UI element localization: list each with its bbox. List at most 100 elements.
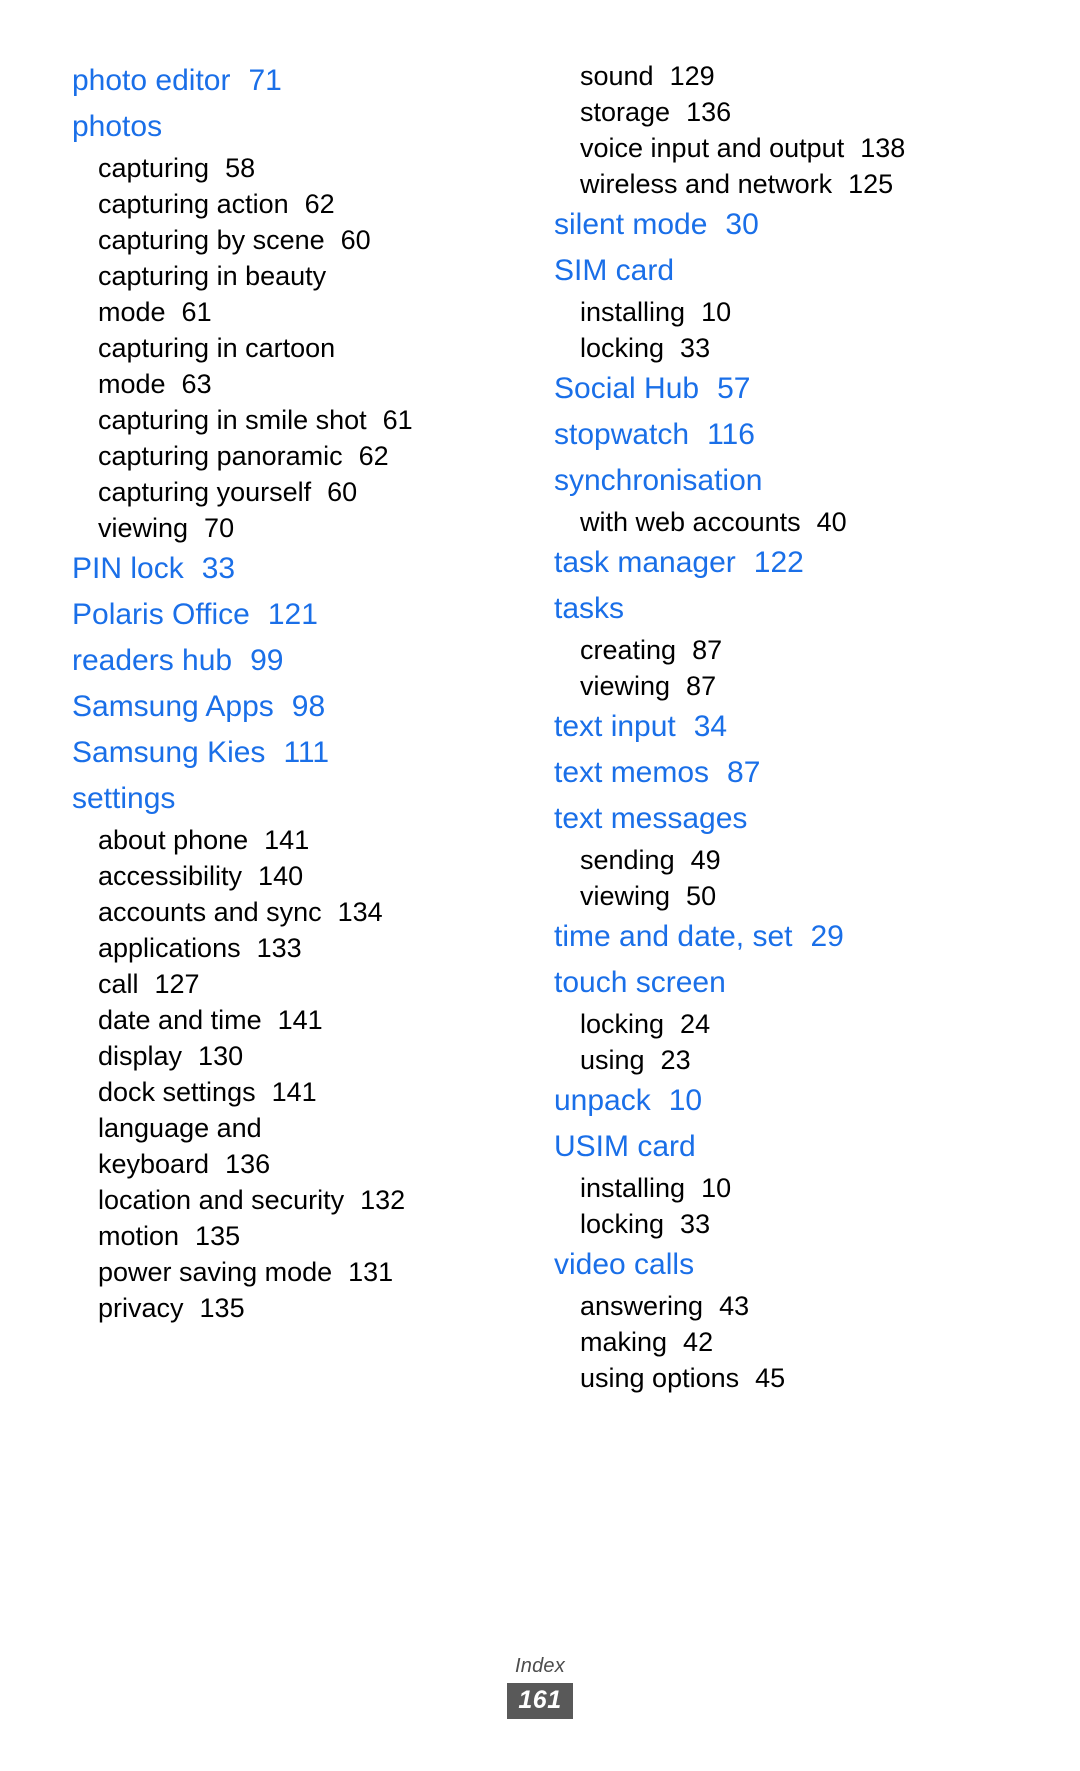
index-main-entry: unpack 10 <box>554 1078 1008 1124</box>
index-entry-label: SIM card <box>554 254 675 287</box>
index-entry-label: accounts and sync <box>98 897 322 927</box>
index-entry-label: date and time <box>98 1005 262 1035</box>
index-main-entry: Samsung Kies 111 <box>72 730 526 776</box>
index-sub-entry: capturing yourself 60 <box>72 474 526 510</box>
index-main-entry: photo editor 71 <box>72 58 526 104</box>
index-entry-label: text messages <box>554 802 748 835</box>
index-entry-label: viewing <box>98 513 189 543</box>
index-main-entry: USIM card <box>554 1124 1008 1170</box>
index-entry-page-number: 87 <box>727 756 761 789</box>
index-entry-page-number: 61 <box>382 405 413 435</box>
index-entry-label: viewing <box>580 671 671 701</box>
index-entry-label: Samsung Kies <box>72 736 266 769</box>
index-sub-entry: mode 61 <box>72 294 526 330</box>
index-entry-page-number: 43 <box>719 1291 750 1321</box>
index-sub-entry: locking 33 <box>554 330 1008 366</box>
index-entry-label: text input <box>554 710 676 743</box>
index-entry-page-number: 42 <box>683 1327 714 1357</box>
index-sub-entry: language and <box>72 1110 526 1146</box>
index-entry-label: capturing action <box>98 189 289 219</box>
index-entry-page-number: 132 <box>360 1185 406 1215</box>
index-entry-page-number: 24 <box>680 1009 711 1039</box>
index-main-entry: tasks <box>554 586 1008 632</box>
index-sub-entry: storage 136 <box>554 94 1008 130</box>
index-entry-page-number: 45 <box>755 1363 786 1393</box>
index-main-entry: PIN lock 33 <box>72 546 526 592</box>
index-entry-label: touch screen <box>554 966 726 999</box>
index-entry-page-number: 50 <box>686 881 717 911</box>
page-footer: Index 161 <box>0 1655 1080 1719</box>
index-entry-label: text memos <box>554 756 710 789</box>
index-entry-page-number: 58 <box>225 153 256 183</box>
index-entry-page-number: 30 <box>725 208 759 241</box>
index-main-entry: Social Hub 57 <box>554 366 1008 412</box>
index-entry-label: synchronisation <box>554 464 763 497</box>
index-entry-page-number: 99 <box>250 644 284 677</box>
index-entry-page-number: 29 <box>810 920 844 953</box>
index-main-entry: video calls <box>554 1242 1008 1288</box>
index-entry-page-number: 129 <box>669 61 715 91</box>
index-main-entry: text messages <box>554 796 1008 842</box>
index-entry-label: task manager <box>554 546 736 579</box>
index-sub-entry: mode 63 <box>72 366 526 402</box>
index-entry-label: call <box>98 969 139 999</box>
index-entry-label: settings <box>72 782 176 815</box>
index-entry-label: making <box>580 1327 668 1357</box>
index-sub-entry: power saving mode 131 <box>72 1254 526 1290</box>
page-number-badge: 161 <box>507 1683 573 1719</box>
index-entry-label: mode <box>98 369 166 399</box>
index-sub-entry: location and security 132 <box>72 1182 526 1218</box>
index-entry-page-number: 87 <box>686 671 717 701</box>
index-entry-label: stopwatch <box>554 418 690 451</box>
index-entry-page-number: 23 <box>660 1045 691 1075</box>
index-sub-entry: using 23 <box>554 1042 1008 1078</box>
index-entry-page-number: 70 <box>204 513 235 543</box>
index-main-entry: task manager 122 <box>554 540 1008 586</box>
index-sub-entry: sound 129 <box>554 58 1008 94</box>
index-entry-label: photos <box>72 110 163 143</box>
index-sub-entry: capturing in smile shot 61 <box>72 402 526 438</box>
index-entry-label: wireless and network <box>580 169 833 199</box>
index-entry-page-number: 10 <box>701 1173 732 1203</box>
index-sub-entry: accounts and sync 134 <box>72 894 526 930</box>
index-entry-label: readers hub <box>72 644 233 677</box>
index-entry-label: sound <box>580 61 654 91</box>
index-sub-entry: locking 33 <box>554 1206 1008 1242</box>
right-column: sound 129 storage 136 voice input and output… <box>554 58 1008 1396</box>
index-entry-label: capturing yourself <box>98 477 312 507</box>
index-entry-label: Samsung Apps <box>72 690 274 723</box>
index-entry-label: display <box>98 1041 183 1071</box>
index-entry-page-number: 10 <box>668 1084 703 1117</box>
index-entry-label: capturing in beauty <box>98 261 327 291</box>
index-entry-label: PIN lock <box>72 552 184 585</box>
index-entry-page-number: 60 <box>327 477 358 507</box>
index-entry-page-number: 141 <box>264 825 310 855</box>
index-entry-page-number: 130 <box>198 1041 244 1071</box>
index-sub-entry: motion 135 <box>72 1218 526 1254</box>
index-entry-label: capturing in cartoon <box>98 333 336 363</box>
index-entry-page-number: 60 <box>340 225 371 255</box>
index-entry-label: answering <box>580 1291 704 1321</box>
index-entry-page-number: 62 <box>358 441 389 471</box>
index-entry-label: installing <box>580 1173 686 1203</box>
index-entry-label: Social Hub <box>554 372 700 405</box>
index-entry-page-number: 87 <box>692 635 723 665</box>
index-sub-entry: answering 43 <box>554 1288 1008 1324</box>
index-entry-label: time and date, set <box>554 920 793 953</box>
index-entry-page-number: 135 <box>195 1221 241 1251</box>
index-main-entry: silent mode 30 <box>554 202 1008 248</box>
index-sub-entry: creating 87 <box>554 632 1008 668</box>
index-entry-page-number: 133 <box>256 933 302 963</box>
index-entry-label: Polaris Office <box>72 598 250 631</box>
left-column: photo editor 71 photos capturing 58 capturing… <box>72 58 526 1326</box>
index-main-entry: Polaris Office 121 <box>72 592 526 638</box>
index-entry-label: using <box>580 1045 645 1075</box>
index-entry-page-number: 116 <box>707 418 755 451</box>
index-entry-label: about phone <box>98 825 249 855</box>
index-entry-page-number: 131 <box>348 1257 394 1287</box>
index-main-entry: time and date, set 29 <box>554 914 1008 960</box>
index-entry-page-number: 49 <box>690 845 721 875</box>
index-entry-page-number: 141 <box>277 1005 323 1035</box>
index-main-entry: synchronisation <box>554 458 1008 504</box>
index-entry-label: viewing <box>580 881 671 911</box>
